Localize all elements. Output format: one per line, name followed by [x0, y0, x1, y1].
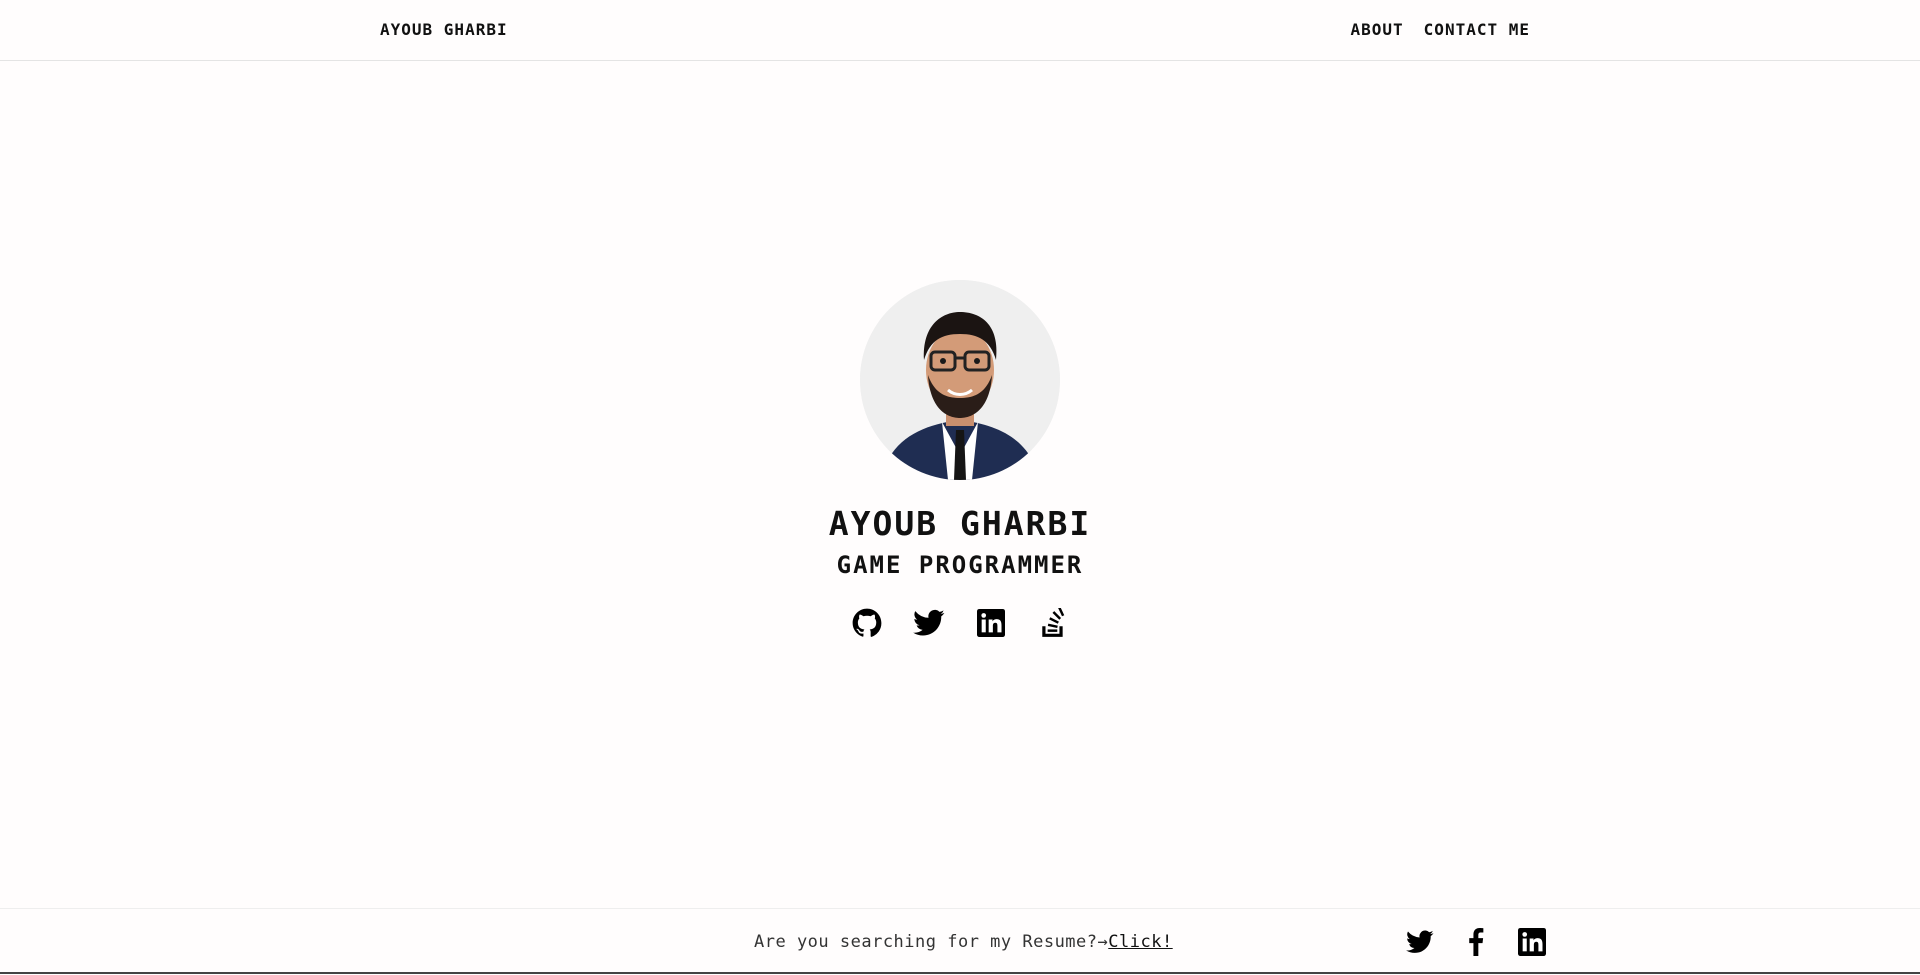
twitter-icon[interactable] [913, 607, 945, 639]
hero-name: AYOUB GHARBI [828, 504, 1092, 543]
resume-prompt: Are you searching for my Resume?→Click! [754, 932, 1173, 952]
nav-links: ABOUT CONTACT ME [1351, 20, 1531, 39]
hero-role: GAME PROGRAMMER [836, 551, 1084, 579]
linkedin-icon[interactable] [975, 607, 1007, 639]
nav-link-contact[interactable]: CONTACT ME [1424, 20, 1530, 39]
footer-social-links [1405, 927, 1547, 957]
avatar [860, 280, 1060, 480]
resume-prompt-text: Are you searching for my Resume?→ [754, 932, 1109, 952]
nav-link-about[interactable]: ABOUT [1351, 20, 1404, 39]
linkedin-icon[interactable] [1517, 927, 1547, 957]
footer: Are you searching for my Resume?→Click! [0, 908, 1920, 975]
navbar: AYOUB GHARBI ABOUT CONTACT ME [0, 0, 1920, 61]
resume-link[interactable]: Click! [1108, 932, 1172, 952]
stackoverflow-icon[interactable] [1037, 607, 1069, 639]
brand-link[interactable]: AYOUB GHARBI [380, 20, 508, 39]
facebook-icon[interactable] [1461, 927, 1491, 957]
hero-social-links [851, 607, 1069, 639]
hero-section: AYOUB GHARBI GAME PROGRAMMER [0, 280, 1920, 639]
github-icon[interactable] [851, 607, 883, 639]
avatar-portrait [860, 280, 1060, 480]
twitter-icon[interactable] [1405, 927, 1435, 957]
